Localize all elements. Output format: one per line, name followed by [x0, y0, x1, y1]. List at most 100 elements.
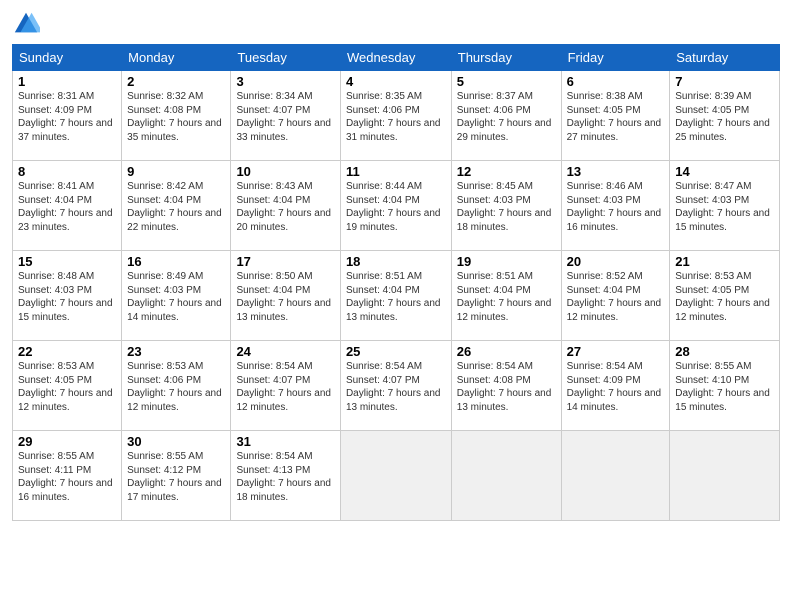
calendar-day-cell: 11 Sunrise: 8:44 AMSunset: 4:04 PMDaylig…	[340, 161, 451, 251]
day-info: Sunrise: 8:55 AMSunset: 4:12 PMDaylight:…	[127, 450, 225, 504]
calendar-header-row: SundayMondayTuesdayWednesdayThursdayFrid…	[13, 45, 780, 71]
day-number: 2	[127, 74, 225, 89]
day-number: 4	[346, 74, 446, 89]
day-number: 13	[567, 164, 665, 179]
day-info: Sunrise: 8:32 AMSunset: 4:08 PMDaylight:…	[127, 90, 225, 144]
day-info: Sunrise: 8:48 AMSunset: 4:03 PMDaylight:…	[18, 270, 116, 324]
day-info: Sunrise: 8:54 AMSunset: 4:13 PMDaylight:…	[236, 450, 335, 504]
calendar-week-row: 29 Sunrise: 8:55 AMSunset: 4:11 PMDaylig…	[13, 431, 780, 521]
calendar-day-cell: 20 Sunrise: 8:52 AMSunset: 4:04 PMDaylig…	[561, 251, 670, 341]
calendar-day-cell: 3 Sunrise: 8:34 AMSunset: 4:07 PMDayligh…	[231, 71, 341, 161]
day-info: Sunrise: 8:54 AMSunset: 4:07 PMDaylight:…	[346, 360, 446, 414]
day-number: 5	[457, 74, 556, 89]
day-number: 24	[236, 344, 335, 359]
day-number: 8	[18, 164, 116, 179]
day-info: Sunrise: 8:45 AMSunset: 4:03 PMDaylight:…	[457, 180, 556, 234]
day-info: Sunrise: 8:47 AMSunset: 4:03 PMDaylight:…	[675, 180, 774, 234]
day-number: 18	[346, 254, 446, 269]
day-info: Sunrise: 8:55 AMSunset: 4:11 PMDaylight:…	[18, 450, 116, 504]
calendar-day-cell: 2 Sunrise: 8:32 AMSunset: 4:08 PMDayligh…	[122, 71, 231, 161]
calendar-day-cell: 28 Sunrise: 8:55 AMSunset: 4:10 PMDaylig…	[670, 341, 780, 431]
day-number: 10	[236, 164, 335, 179]
day-info: Sunrise: 8:41 AMSunset: 4:04 PMDaylight:…	[18, 180, 116, 234]
calendar-day-cell: 6 Sunrise: 8:38 AMSunset: 4:05 PMDayligh…	[561, 71, 670, 161]
calendar-day-cell: 24 Sunrise: 8:54 AMSunset: 4:07 PMDaylig…	[231, 341, 341, 431]
calendar-day-header: Sunday	[13, 45, 122, 71]
calendar-day-cell: 1 Sunrise: 8:31 AMSunset: 4:09 PMDayligh…	[13, 71, 122, 161]
day-number: 11	[346, 164, 446, 179]
logo	[12, 10, 44, 38]
day-info: Sunrise: 8:34 AMSunset: 4:07 PMDaylight:…	[236, 90, 335, 144]
day-info: Sunrise: 8:53 AMSunset: 4:05 PMDaylight:…	[18, 360, 116, 414]
calendar-day-header: Wednesday	[340, 45, 451, 71]
day-info: Sunrise: 8:54 AMSunset: 4:07 PMDaylight:…	[236, 360, 335, 414]
calendar-day-cell: 12 Sunrise: 8:45 AMSunset: 4:03 PMDaylig…	[451, 161, 561, 251]
day-info: Sunrise: 8:39 AMSunset: 4:05 PMDaylight:…	[675, 90, 774, 144]
day-info: Sunrise: 8:50 AMSunset: 4:04 PMDaylight:…	[236, 270, 335, 324]
page-header	[12, 10, 780, 38]
calendar-day-cell: 31 Sunrise: 8:54 AMSunset: 4:13 PMDaylig…	[231, 431, 341, 521]
day-number: 6	[567, 74, 665, 89]
day-number: 31	[236, 434, 335, 449]
day-number: 21	[675, 254, 774, 269]
day-number: 9	[127, 164, 225, 179]
calendar-day-cell: 15 Sunrise: 8:48 AMSunset: 4:03 PMDaylig…	[13, 251, 122, 341]
day-info: Sunrise: 8:49 AMSunset: 4:03 PMDaylight:…	[127, 270, 225, 324]
day-number: 17	[236, 254, 335, 269]
calendar-day-cell: 27 Sunrise: 8:54 AMSunset: 4:09 PMDaylig…	[561, 341, 670, 431]
day-info: Sunrise: 8:54 AMSunset: 4:08 PMDaylight:…	[457, 360, 556, 414]
day-number: 26	[457, 344, 556, 359]
calendar-day-cell	[451, 431, 561, 521]
calendar-week-row: 1 Sunrise: 8:31 AMSunset: 4:09 PMDayligh…	[13, 71, 780, 161]
calendar-day-cell: 10 Sunrise: 8:43 AMSunset: 4:04 PMDaylig…	[231, 161, 341, 251]
day-number: 16	[127, 254, 225, 269]
day-info: Sunrise: 8:44 AMSunset: 4:04 PMDaylight:…	[346, 180, 446, 234]
logo-icon	[12, 10, 40, 38]
day-info: Sunrise: 8:42 AMSunset: 4:04 PMDaylight:…	[127, 180, 225, 234]
day-info: Sunrise: 8:35 AMSunset: 4:06 PMDaylight:…	[346, 90, 446, 144]
calendar-day-header: Thursday	[451, 45, 561, 71]
calendar-day-cell: 16 Sunrise: 8:49 AMSunset: 4:03 PMDaylig…	[122, 251, 231, 341]
day-info: Sunrise: 8:43 AMSunset: 4:04 PMDaylight:…	[236, 180, 335, 234]
day-number: 25	[346, 344, 446, 359]
calendar-day-cell: 17 Sunrise: 8:50 AMSunset: 4:04 PMDaylig…	[231, 251, 341, 341]
calendar-day-cell	[561, 431, 670, 521]
day-number: 29	[18, 434, 116, 449]
day-number: 22	[18, 344, 116, 359]
day-info: Sunrise: 8:37 AMSunset: 4:06 PMDaylight:…	[457, 90, 556, 144]
calendar-day-cell: 23 Sunrise: 8:53 AMSunset: 4:06 PMDaylig…	[122, 341, 231, 431]
calendar-week-row: 22 Sunrise: 8:53 AMSunset: 4:05 PMDaylig…	[13, 341, 780, 431]
calendar-day-cell: 13 Sunrise: 8:46 AMSunset: 4:03 PMDaylig…	[561, 161, 670, 251]
day-info: Sunrise: 8:46 AMSunset: 4:03 PMDaylight:…	[567, 180, 665, 234]
day-info: Sunrise: 8:53 AMSunset: 4:06 PMDaylight:…	[127, 360, 225, 414]
day-number: 7	[675, 74, 774, 89]
day-number: 12	[457, 164, 556, 179]
day-number: 19	[457, 254, 556, 269]
calendar-day-cell: 26 Sunrise: 8:54 AMSunset: 4:08 PMDaylig…	[451, 341, 561, 431]
day-info: Sunrise: 8:51 AMSunset: 4:04 PMDaylight:…	[346, 270, 446, 324]
calendar-day-cell: 25 Sunrise: 8:54 AMSunset: 4:07 PMDaylig…	[340, 341, 451, 431]
calendar-table: SundayMondayTuesdayWednesdayThursdayFrid…	[12, 44, 780, 521]
calendar-day-cell: 7 Sunrise: 8:39 AMSunset: 4:05 PMDayligh…	[670, 71, 780, 161]
day-number: 14	[675, 164, 774, 179]
calendar-day-cell	[670, 431, 780, 521]
day-number: 15	[18, 254, 116, 269]
calendar-day-header: Monday	[122, 45, 231, 71]
calendar-day-cell: 30 Sunrise: 8:55 AMSunset: 4:12 PMDaylig…	[122, 431, 231, 521]
day-number: 23	[127, 344, 225, 359]
calendar-day-header: Friday	[561, 45, 670, 71]
day-info: Sunrise: 8:55 AMSunset: 4:10 PMDaylight:…	[675, 360, 774, 414]
calendar-day-cell: 21 Sunrise: 8:53 AMSunset: 4:05 PMDaylig…	[670, 251, 780, 341]
calendar-day-cell: 29 Sunrise: 8:55 AMSunset: 4:11 PMDaylig…	[13, 431, 122, 521]
day-info: Sunrise: 8:54 AMSunset: 4:09 PMDaylight:…	[567, 360, 665, 414]
calendar-day-cell: 22 Sunrise: 8:53 AMSunset: 4:05 PMDaylig…	[13, 341, 122, 431]
day-info: Sunrise: 8:38 AMSunset: 4:05 PMDaylight:…	[567, 90, 665, 144]
day-number: 30	[127, 434, 225, 449]
calendar-day-cell: 18 Sunrise: 8:51 AMSunset: 4:04 PMDaylig…	[340, 251, 451, 341]
day-number: 1	[18, 74, 116, 89]
calendar-week-row: 8 Sunrise: 8:41 AMSunset: 4:04 PMDayligh…	[13, 161, 780, 251]
calendar-day-header: Saturday	[670, 45, 780, 71]
day-number: 20	[567, 254, 665, 269]
day-number: 28	[675, 344, 774, 359]
day-info: Sunrise: 8:51 AMSunset: 4:04 PMDaylight:…	[457, 270, 556, 324]
